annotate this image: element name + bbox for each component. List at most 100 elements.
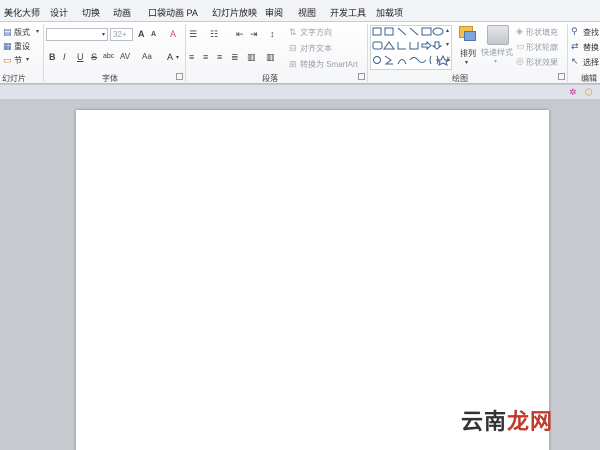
right-arrow-shape-icon (421, 40, 432, 51)
text-direction-icon: ⇅ (289, 27, 297, 37)
text-box-shape-icon (372, 27, 382, 36)
tab-pocket-animation[interactable]: 口袋动画 PA (148, 6, 198, 19)
oval-shape-icon (432, 27, 444, 36)
increase-indent-icon[interactable]: ⇥ (250, 29, 258, 39)
tab-slideshow[interactable]: 幻灯片放映 (212, 6, 257, 19)
select-icon: ↖ (571, 56, 579, 66)
character-spacing-button[interactable]: AV (120, 52, 130, 62)
columns-icon[interactable]: ▥ (266, 52, 275, 62)
tab-view[interactable]: 视图 (298, 6, 316, 19)
layout-button[interactable]: 版式 (14, 27, 30, 38)
underline-button[interactable]: U (77, 52, 84, 62)
drawing-dialog-launcher[interactable] (558, 73, 565, 80)
shape-outline-icon: ▭ (516, 41, 525, 51)
shape-fill-icon: ◈ (516, 26, 523, 36)
rounded-rectangle-shape-icon (372, 41, 383, 50)
font-size-combobox[interactable]: 32+ (110, 28, 133, 41)
text-shadow-button[interactable]: abc (103, 52, 114, 62)
chevron-down-icon: ▾ (465, 60, 469, 66)
paragraph-dialog-launcher[interactable] (358, 73, 365, 80)
gallery-down-icon[interactable]: ▾ (446, 40, 449, 50)
section-button[interactable]: 节 (14, 55, 22, 66)
magic-wand-icon[interactable]: ✲ (569, 87, 577, 97)
text-direction-button[interactable]: 文字方向 (300, 27, 332, 38)
numbering-icon[interactable]: ☷ (210, 29, 218, 39)
gallery-more-icon[interactable]: ⊻ (446, 55, 450, 65)
increase-font-button[interactable]: A (138, 29, 145, 39)
curved-connector-shape-icon (409, 42, 419, 50)
arrow-shape-icon (409, 27, 419, 36)
find-button[interactable]: 查找 (583, 27, 599, 38)
shape-outline-button[interactable]: 形状轮廓 (526, 42, 558, 53)
paragraph-group-label: 段落 (262, 74, 278, 83)
shapes-gallery[interactable] (370, 25, 452, 70)
tab-transitions[interactable]: 切换 (82, 6, 100, 19)
bold-button[interactable]: B (49, 52, 56, 62)
ribbon-bottom-strip: ✲ ⬡ (0, 85, 600, 100)
slide-canvas[interactable] (76, 110, 549, 450)
group-divider (185, 24, 186, 82)
ribbon: ▤ 版式 ▾ ▦ 重设 ▭ 节 ▾ 幻灯片 ▾ 32+ A A A B I U … (0, 22, 600, 84)
font-dialog-launcher[interactable] (176, 73, 183, 80)
lightning-shape-icon (384, 55, 393, 65)
align-right-icon[interactable]: ≡ (217, 52, 222, 62)
distribute-icon[interactable]: ▥ (247, 52, 256, 62)
font-group-label: 字体 (102, 74, 118, 83)
shape-effects-icon: ◎ (516, 56, 524, 66)
line-shape-icon (397, 27, 407, 36)
vertical-text-box-shape-icon (384, 27, 394, 36)
triangle-shape-icon (383, 41, 395, 50)
align-text-button[interactable]: 对齐文本 (300, 43, 332, 54)
chevron-down-icon: ▾ (494, 59, 498, 65)
align-left-icon[interactable]: ≡ (189, 52, 194, 62)
ribbon-tabs: 美化大师 设计 切换 动画 口袋动画 PA 幻灯片放映 审阅 视图 开发工具 加… (0, 0, 600, 22)
decrease-font-button[interactable]: A (151, 30, 156, 40)
line-spacing-icon[interactable]: ↕ (270, 29, 275, 39)
quick-styles-icon (487, 25, 509, 45)
font-name-combobox[interactable] (46, 28, 108, 41)
chevron-down-icon: ▾ (36, 29, 40, 35)
replace-button[interactable]: 替换 (583, 42, 599, 53)
clear-format-button[interactable]: A (170, 29, 176, 39)
editing-group-label: 编辑 (581, 74, 597, 83)
tab-beautify-master[interactable]: 美化大师 (4, 6, 40, 19)
shape-effects-button[interactable]: 形状效果 (526, 57, 558, 68)
italic-button[interactable]: I (63, 52, 66, 62)
group-divider (367, 24, 368, 82)
chevron-down-icon: ▾ (102, 32, 106, 38)
arc-shape-icon (397, 59, 407, 65)
watermark-logo: 云南龙网 (461, 404, 553, 436)
tab-animations[interactable]: 动画 (113, 6, 131, 19)
strikethrough-button[interactable]: S (91, 52, 97, 62)
left-brace-shape-icon (429, 55, 432, 65)
watermark-text-part2: 龙网 (507, 410, 554, 435)
down-arrow-shape-icon (431, 41, 443, 50)
align-text-icon: ⊟ (289, 43, 297, 53)
group-divider (43, 24, 44, 82)
decrease-indent-icon[interactable]: ⇤ (236, 29, 244, 39)
tab-review[interactable]: 审阅 (265, 6, 283, 19)
slide-editing-area (0, 100, 600, 450)
tab-addins[interactable]: 加载项 (376, 6, 403, 19)
hexagon-icon[interactable]: ⬡ (585, 87, 593, 97)
group-divider (567, 24, 568, 82)
drawing-group-label: 绘图 (452, 74, 468, 83)
reset-button[interactable]: 重设 (14, 41, 30, 52)
chevron-down-icon: ▾ (176, 55, 180, 61)
font-color-button[interactable]: A (167, 52, 173, 62)
reset-icon: ▦ (3, 41, 12, 51)
select-button[interactable]: 选择 (583, 57, 599, 68)
find-icon: ⚲ (571, 26, 578, 36)
justify-icon[interactable]: ≣ (231, 52, 239, 62)
gallery-up-icon[interactable]: ▴ (446, 26, 449, 36)
change-case-button[interactable]: Aa (142, 52, 152, 62)
tab-design[interactable]: 设计 (50, 6, 68, 19)
section-icon: ▭ (3, 55, 12, 65)
convert-smartart-button[interactable]: 转换为 SmartArt (300, 59, 358, 70)
tab-developer[interactable]: 开发工具 (330, 6, 366, 19)
bullets-icon[interactable]: ☰ (189, 29, 197, 39)
shape-fill-button[interactable]: 形状填充 (526, 27, 558, 38)
smiley-shape-icon (373, 56, 381, 64)
align-center-icon[interactable]: ≡ (203, 52, 208, 62)
wave-shape-icon (409, 57, 427, 63)
